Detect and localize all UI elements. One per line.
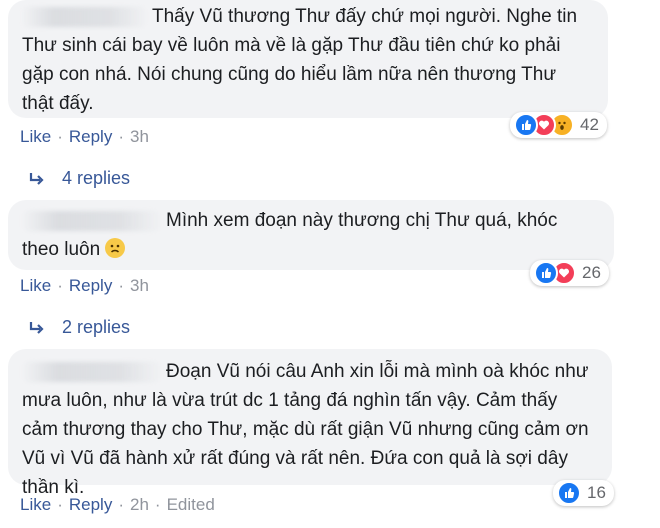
author-name-blurred[interactable] — [22, 6, 148, 27]
author-name-blurred[interactable] — [22, 361, 162, 382]
comment-actions: Like · Reply · 3h — [20, 276, 149, 296]
reaction-summary[interactable]: 26 — [530, 260, 609, 286]
replies-count-label[interactable]: 2 replies — [62, 317, 130, 338]
like-button[interactable]: Like — [20, 127, 51, 146]
reply-button[interactable]: Reply — [69, 495, 112, 514]
reaction-summary[interactable]: 16 — [553, 480, 614, 506]
separator: · — [154, 495, 161, 514]
like-button[interactable]: Like — [20, 495, 51, 514]
separator: · — [57, 495, 63, 514]
sad-face-icon — [105, 238, 126, 258]
timestamp[interactable]: 3h — [130, 276, 149, 295]
separator: · — [118, 495, 124, 514]
separator: · — [57, 127, 63, 146]
reaction-count: 42 — [580, 115, 599, 134]
comment-bubble: Mình xem đoạn này thương chị Thư quá, kh… — [8, 200, 614, 270]
comment-actions: Like · Reply · 2h · Edited — [20, 495, 215, 515]
reaction-summary[interactable]: 42 — [510, 112, 607, 138]
like-button[interactable]: Like — [20, 276, 51, 295]
timestamp[interactable]: 3h — [130, 127, 149, 146]
timestamp[interactable]: 2h — [130, 495, 149, 514]
comment-bubble: Thấy Vũ thương Thư đấy chứ mọi người. Ng… — [8, 0, 608, 118]
reply-arrow-icon — [29, 321, 44, 334]
view-replies-link[interactable]: 2 replies — [28, 317, 130, 338]
view-replies-link[interactable]: 4 replies — [28, 168, 130, 189]
separator: · — [57, 276, 63, 295]
reaction-count: 26 — [582, 263, 601, 282]
edited-label[interactable]: Edited — [167, 495, 215, 514]
comment-bubble: Đoạn Vũ nói câu Anh xin lỗi mà mình oà k… — [8, 349, 612, 498]
author-name-blurred[interactable] — [22, 210, 162, 231]
reaction-count: 16 — [587, 483, 606, 502]
reply-arrow-icon — [29, 172, 44, 185]
reply-button[interactable]: Reply — [69, 127, 112, 146]
separator: · — [118, 127, 124, 146]
reply-button[interactable]: Reply — [69, 276, 112, 295]
like-icon — [557, 481, 581, 505]
replies-count-label[interactable]: 4 replies — [62, 168, 130, 189]
comment-actions: Like · Reply · 3h — [20, 127, 149, 147]
like-icon — [534, 261, 558, 285]
like-icon — [514, 113, 538, 137]
separator: · — [118, 276, 124, 295]
